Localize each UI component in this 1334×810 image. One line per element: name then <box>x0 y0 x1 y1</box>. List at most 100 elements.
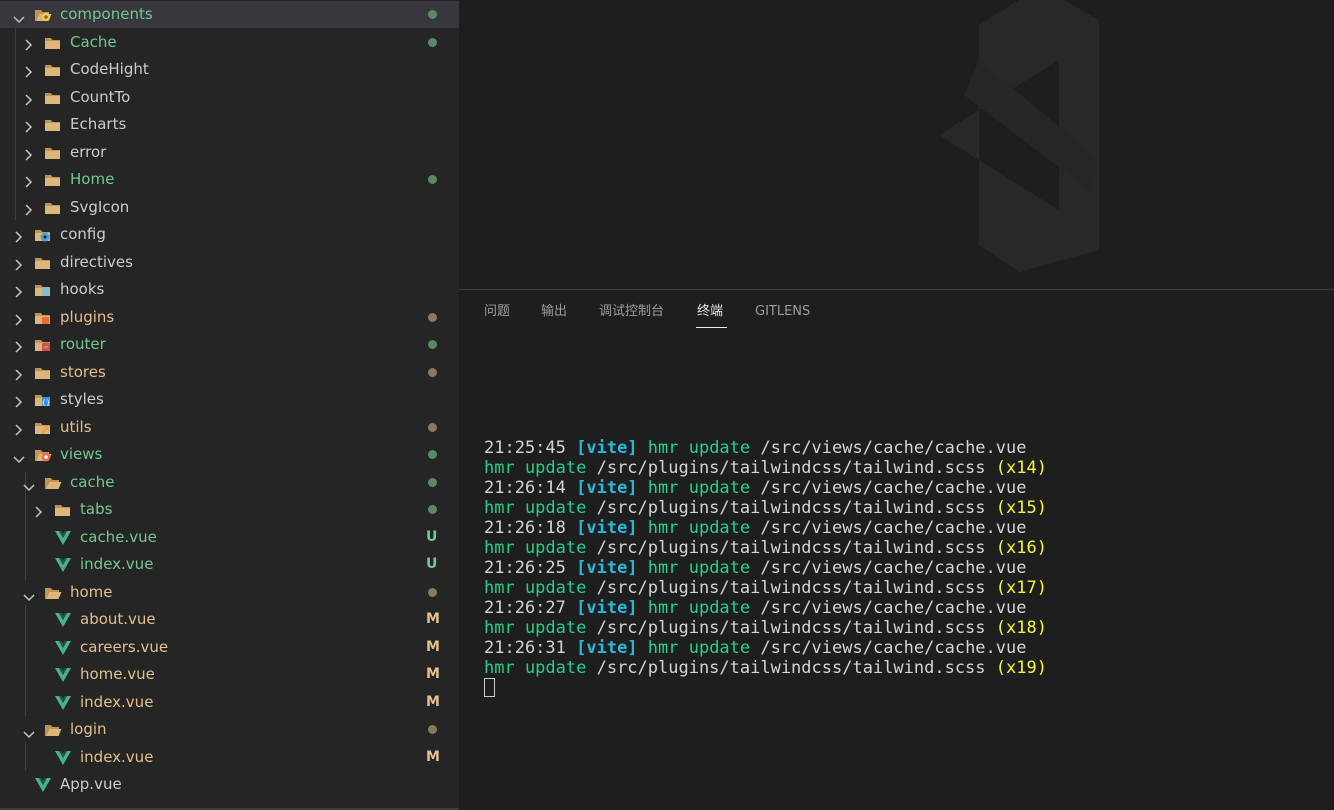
tree-item-label: views <box>60 445 103 463</box>
tab-problems[interactable]: 问题 <box>484 304 510 320</box>
tree-file-home-vue[interactable]: home.vue M <box>0 661 459 688</box>
hooks-folder-icon <box>34 282 52 298</box>
git-status-dot <box>428 312 437 322</box>
tree-folder-plugins[interactable]: plugins <box>0 304 459 331</box>
tab-terminal[interactable]: 终端 <box>697 304 723 320</box>
chevron-down-icon[interactable] <box>23 725 35 739</box>
terminal-text-count: (x14) <box>995 458 1047 478</box>
tree-item-label: careers.vue <box>80 637 169 656</box>
tree-file-index-vue[interactable]: index.vue M <box>0 744 459 771</box>
tree-folder-directives[interactable]: directives <box>0 249 459 276</box>
git-status-dot <box>428 422 437 432</box>
tree-file-index-vue[interactable]: index.vue U <box>0 551 459 578</box>
terminal-text-path: /src/plugins/tailwindcss/tailwind.scss <box>596 578 996 598</box>
folder-icon <box>34 255 52 271</box>
tree-folder-styles[interactable]: {} styles <box>0 386 459 413</box>
tree-folder-stores[interactable]: stores <box>0 359 459 386</box>
terminal-text-path: /src/views/cache/cache.vue <box>760 598 1027 618</box>
tree-folder-hooks[interactable]: hooks <box>0 276 459 303</box>
chevron-right-icon[interactable] <box>13 228 23 243</box>
tree-folder-utils[interactable]: utils <box>0 414 459 441</box>
chevron-right-icon[interactable] <box>23 146 33 161</box>
tree-item-label: directives <box>60 252 133 271</box>
router-folder-icon <box>34 337 52 353</box>
tree-folder-error[interactable]: error <box>0 139 459 166</box>
git-status-badge: M <box>426 638 440 655</box>
chevron-right-icon[interactable] <box>13 311 23 326</box>
chevron-down-icon[interactable] <box>13 10 25 24</box>
chevron-right-icon[interactable] <box>13 283 23 298</box>
folder-icon <box>44 200 62 216</box>
terminal-text-hmr: hmr update <box>647 438 761 458</box>
chevron-right-icon[interactable] <box>13 366 23 381</box>
chevron-right-icon[interactable] <box>23 63 33 78</box>
tree-item-label: about.vue <box>80 610 156 628</box>
terminal-text-path: /src/views/cache/cache.vue <box>760 638 1027 658</box>
tree-item-label: home.vue <box>80 665 155 683</box>
tree-file-cache-vue[interactable]: cache.vue U <box>0 524 459 551</box>
tree-item-label: index.vue <box>80 555 154 573</box>
tree-folder-echarts[interactable]: Echarts <box>0 111 459 138</box>
terminal-output[interactable]: 21:25:45 [vite] hmr update /src/views/ca… <box>484 438 1324 698</box>
chevron-right-icon[interactable] <box>13 393 23 408</box>
chevron-down-icon[interactable] <box>23 588 35 601</box>
terminal-text-path: /src/views/cache/cache.vue <box>760 518 1027 538</box>
tree-file-careers-vue[interactable]: careers.vue M <box>0 634 459 661</box>
tab-debug-console[interactable]: 调试控制台 <box>599 304 664 320</box>
tree-folder-svgicon[interactable]: SvgIcon <box>0 194 459 221</box>
tree-folder-codehight[interactable]: CodeHight <box>0 56 459 83</box>
terminal-text-vite: [vite] <box>576 438 648 458</box>
tree-folder-countto[interactable]: CountTo <box>0 84 459 111</box>
tree-item-label: styles <box>60 390 104 408</box>
tree-file-index-vue[interactable]: index.vue M <box>0 689 459 716</box>
terminal-text-time: 21:26:25 <box>484 558 577 578</box>
chevron-right-icon[interactable] <box>23 173 33 188</box>
terminal-cursor <box>484 678 495 697</box>
vue-file-icon <box>54 667 72 683</box>
chevron-down-icon[interactable] <box>13 450 25 464</box>
tree-folder-components[interactable]: components <box>0 1 459 28</box>
tree-folder-login[interactable]: login <box>0 716 459 743</box>
tree-folder-cache[interactable]: cache <box>0 469 459 496</box>
tree-item-label: index.vue <box>80 747 154 766</box>
tree-item-label: login <box>70 720 107 738</box>
git-status-badge: M <box>426 693 440 710</box>
tab-gitlens[interactable]: GITLENS <box>755 304 810 320</box>
terminal-text-hmr: hmr update <box>484 498 597 518</box>
vue-file-icon <box>54 750 72 766</box>
tree-file-about-vue[interactable]: about.vue M <box>0 606 459 633</box>
tree-folder-tabs[interactable]: tabs <box>0 496 459 523</box>
tree-item-label: CountTo <box>70 87 131 106</box>
tree-folder-home[interactable]: home <box>0 579 459 606</box>
tree-folder-router[interactable]: router <box>0 331 459 358</box>
folder-open-icon <box>44 722 62 738</box>
tab-output[interactable]: 输出 <box>541 304 567 320</box>
chevron-right-icon[interactable] <box>13 421 23 436</box>
tree-item-label: router <box>60 335 106 353</box>
terminal-text-hmr: hmr update <box>647 638 761 658</box>
chevron-down-icon[interactable] <box>23 478 35 491</box>
chevron-right-icon[interactable] <box>23 91 33 106</box>
terminal-prompt-line[interactable] <box>484 678 1324 698</box>
terminal-line: hmr update /src/plugins/tailwindcss/tail… <box>484 538 1324 558</box>
chevron-right-icon[interactable] <box>33 503 43 518</box>
tree-item-label: SvgIcon <box>70 197 130 216</box>
chevron-right-icon[interactable] <box>23 201 33 216</box>
tree-folder-cache[interactable]: Cache <box>0 29 459 56</box>
terminal-line: 21:26:27 [vite] hmr update /src/views/ca… <box>484 598 1324 618</box>
chevron-right-icon[interactable] <box>23 36 33 51</box>
git-status-badge: U <box>426 528 438 545</box>
chevron-right-icon[interactable] <box>13 256 23 271</box>
chevron-right-icon[interactable] <box>13 338 23 353</box>
active-tab-indicator <box>696 327 727 328</box>
tree-folder-home[interactable]: Home <box>0 166 459 193</box>
terminal-text-path: /src/views/cache/cache.vue <box>760 438 1027 458</box>
tree-folder-views[interactable]: views <box>0 441 459 468</box>
terminal-text-time: 21:25:45 <box>484 438 577 458</box>
terminal-text-path: /src/views/cache/cache.vue <box>760 478 1027 498</box>
terminal-text-vite: [vite] <box>576 478 648 498</box>
tree-folder-config[interactable]: config <box>0 221 459 248</box>
chevron-right-icon[interactable] <box>23 118 33 133</box>
terminal-line: hmr update /src/plugins/tailwindcss/tail… <box>484 618 1324 638</box>
tree-file-app-vue[interactable]: App.vue <box>0 771 459 798</box>
